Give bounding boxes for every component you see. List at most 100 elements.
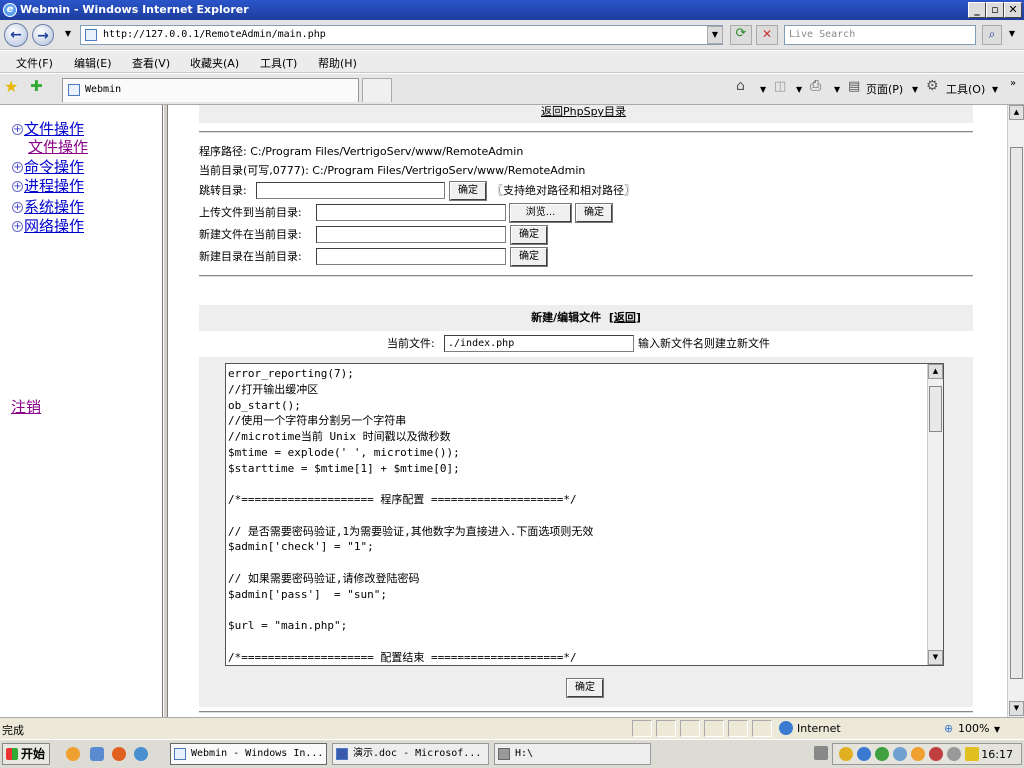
scroll-up-icon[interactable]: ▲ <box>928 364 943 379</box>
code-line: //使用一个字符串分割另一个字符串 <box>228 414 407 428</box>
tray-alert-icon[interactable] <box>965 747 979 761</box>
quicklaunch-firefox-icon[interactable] <box>112 747 126 761</box>
clock: 16:17 <box>981 748 1013 761</box>
search-input[interactable]: Live Search <box>784 25 976 45</box>
menu-help[interactable]: 帮助(H) <box>318 55 357 71</box>
menu-favorites[interactable]: 收藏夹(A) <box>190 55 239 71</box>
expand-plus-icon: + <box>12 162 23 173</box>
save-ok-button[interactable]: 确定 <box>566 678 604 698</box>
task-word-doc[interactable]: 演示.doc - Microsof... <box>332 743 489 765</box>
new-file-input[interactable] <box>316 226 506 243</box>
tray-antivirus-icon[interactable] <box>929 747 943 761</box>
nav-command-operations[interactable]: + 命令操作 <box>12 158 84 176</box>
zone-text: Internet <box>797 722 841 735</box>
history-dropdown-icon[interactable]: ▼ <box>60 26 76 44</box>
print-icon[interactable]: ⎙ <box>810 78 821 94</box>
nav-file-operations[interactable]: + 文件操作 <box>12 120 84 138</box>
edit-back-link[interactable]: 返回 <box>614 311 636 324</box>
stop-icon[interactable]: ✕ <box>756 25 778 45</box>
menu-view[interactable]: 查看(V) <box>132 55 170 71</box>
nav-sub-file-operations[interactable]: 文件操作 <box>28 138 88 156</box>
taskbar: 开始 Webmin - Windows In... 演示.doc - Micro… <box>0 739 1024 768</box>
task-word-doc-label: 演示.doc - Microsof... <box>353 748 482 759</box>
print-dropdown-icon[interactable]: ▼ <box>834 85 840 94</box>
home-dropdown-icon[interactable]: ▼ <box>760 85 766 94</box>
search-options-icon[interactable]: ▼ <box>1004 26 1020 44</box>
start-button[interactable]: 开始 <box>2 743 50 765</box>
jump-dir-input[interactable] <box>256 182 445 199</box>
refresh-icon[interactable]: ⟳ <box>730 25 752 45</box>
search-icon[interactable]: ⌕ <box>982 25 1002 45</box>
favorites-star-icon[interactable]: ★ <box>4 77 18 96</box>
editor-scroll-thumb[interactable] <box>929 386 942 432</box>
address-dropdown-icon[interactable]: ▼ <box>707 26 723 44</box>
tab-title: Webmin <box>85 84 122 95</box>
search-placeholder: Live Search <box>789 29 856 40</box>
page-menu[interactable]: 页面(P) <box>866 81 903 97</box>
upload-file-input[interactable] <box>316 204 506 221</box>
close-button[interactable]: ✕ <box>1004 2 1022 18</box>
minimize-button[interactable]: _ <box>968 2 986 18</box>
tray-security-icon[interactable] <box>839 747 853 761</box>
current-file-hint: 输入新文件名则建立新文件 <box>638 337 770 350</box>
zoom-level[interactable]: 100% <box>958 722 989 735</box>
jump-ok-button[interactable]: 确定 <box>449 181 487 201</box>
toolbar-overflow-icon[interactable]: » <box>1010 78 1016 89</box>
nav-network-operations[interactable]: + 网络操作 <box>12 217 84 235</box>
forward-button[interactable]: → <box>32 24 54 46</box>
menu-tools[interactable]: 工具(T) <box>260 55 297 71</box>
tools-menu[interactable]: 工具(O) <box>946 81 985 97</box>
page-dropdown-icon[interactable]: ▼ <box>912 85 918 94</box>
logout-link[interactable]: 注销 <box>11 396 41 417</box>
zoom-dropdown-icon[interactable]: ▼ <box>994 725 1000 734</box>
task-webmin[interactable]: Webmin - Windows In... <box>170 743 327 765</box>
feeds-dropdown-icon[interactable]: ▼ <box>796 85 802 94</box>
scroll-down-icon[interactable]: ▼ <box>928 650 943 665</box>
browse-button[interactable]: 浏览... <box>509 203 572 223</box>
tab-webmin[interactable]: Webmin <box>62 78 359 102</box>
tray-network-icon[interactable] <box>875 747 889 761</box>
ie-task-icon <box>174 748 186 760</box>
page-scroll-thumb[interactable] <box>1010 147 1023 679</box>
menu-file[interactable]: 文件(F) <box>16 55 53 71</box>
code-editor-textarea[interactable]: error_reporting(7); //打开输出缓冲区 ob_start(); /… <box>225 363 944 666</box>
new-dir-label: 新建目录在当前目录: <box>199 250 302 263</box>
quicklaunch-ie-icon[interactable] <box>134 747 148 761</box>
home-icon[interactable]: ⌂ <box>736 78 745 94</box>
editor-scrollbar[interactable]: ▲ ▼ <box>927 364 943 665</box>
new-dir-input[interactable] <box>316 248 506 265</box>
nav-system-operations[interactable]: + 系统操作 <box>12 198 84 216</box>
quicklaunch-qq-icon[interactable] <box>66 747 80 761</box>
start-label: 开始 <box>21 747 46 761</box>
restore-button[interactable]: ▫ <box>986 2 1004 18</box>
upload-ok-button[interactable]: 确定 <box>575 203 613 223</box>
expand-plus-icon: + <box>12 221 23 232</box>
current-file-input[interactable]: ./index.php <box>444 335 634 352</box>
return-phpspy-link[interactable]: 返回PhpSpy目录 <box>541 105 626 119</box>
tools-dropdown-icon[interactable]: ▼ <box>992 85 998 94</box>
new-file-ok-button[interactable]: 确定 <box>510 225 548 245</box>
nav-process-operations[interactable]: + 进程操作 <box>12 177 84 195</box>
tray-status-icon[interactable] <box>893 747 907 761</box>
address-bar[interactable]: http://127.0.0.1/RemoteAdmin/main.php <box>80 25 723 45</box>
feeds-icon[interactable]: ◫ <box>774 79 786 94</box>
new-tab-button[interactable] <box>362 78 392 102</box>
new-dir-ok-button[interactable]: 确定 <box>510 247 548 267</box>
nav-network-operations-label: 网络操作 <box>24 217 85 235</box>
page-scroll-down-icon[interactable]: ▼ <box>1009 701 1024 716</box>
tray-qq-icon[interactable] <box>911 747 925 761</box>
tray-toggle-icon[interactable] <box>814 746 828 760</box>
page-scrollbar[interactable]: ▲ ▼ <box>1007 105 1024 717</box>
page-scroll-up-icon[interactable]: ▲ <box>1009 105 1024 120</box>
back-button[interactable]: ← <box>4 23 28 47</box>
nav-command-operations-label: 命令操作 <box>24 158 85 176</box>
tray-volume-icon[interactable] <box>947 747 961 761</box>
menu-edit[interactable]: 编辑(E) <box>74 55 112 71</box>
internet-zone-icon <box>779 721 793 735</box>
quicklaunch-app-icon[interactable] <box>90 747 104 761</box>
add-favorite-icon[interactable]: ✚ <box>30 77 43 95</box>
tray-app-icon[interactable] <box>857 747 871 761</box>
task-explorer-h[interactable]: H:\ <box>494 743 651 765</box>
